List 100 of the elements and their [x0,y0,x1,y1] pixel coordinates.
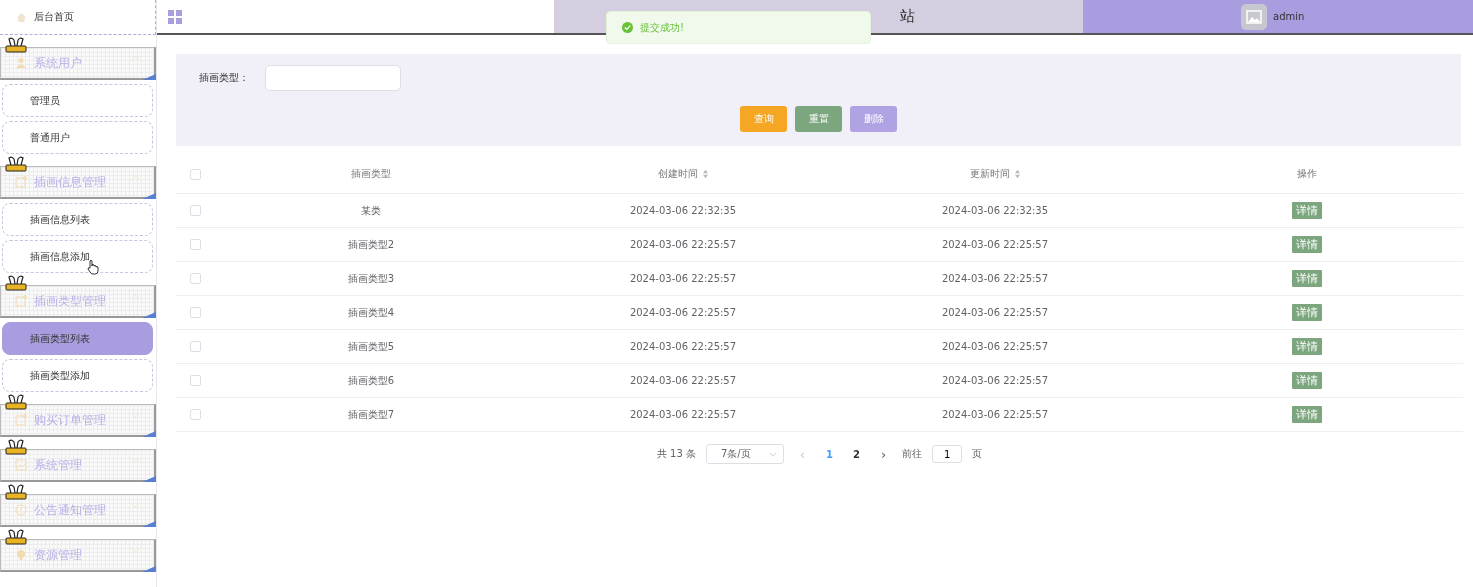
table-cell: 插画类型2 [347,237,395,252]
action-button[interactable]: 重置 [795,106,842,132]
detail-button[interactable]: 详情 [1292,202,1322,219]
column-header: 创建时间 [657,167,698,181]
type-input-field[interactable] [265,65,401,91]
detail-button[interactable]: 详情 [1292,372,1322,389]
page-number[interactable]: 1 [820,448,838,460]
site-title: 站 [900,7,915,26]
chevron-icon [131,175,140,180]
binder-clip-icon [5,275,27,291]
chevron-icon [131,56,140,61]
prev-page-button[interactable]: ‹ [793,446,811,462]
table-cell: 2024-03-06 22:25:57 [941,239,1049,250]
sort-icon[interactable] [701,169,709,179]
chevron-icon [131,548,140,553]
row-checkbox[interactable] [190,273,201,284]
row-checkbox[interactable] [190,239,201,250]
table-cell: 2024-03-06 22:25:57 [941,307,1049,318]
page-corner-icon [142,74,156,80]
table-cell: 2024-03-06 22:25:57 [629,239,737,250]
table-cell: 2024-03-06 22:25:57 [941,273,1049,284]
binder-clip-icon [5,37,27,53]
page-size-select[interactable]: 7条/页 [706,444,784,464]
sort-icon[interactable] [1013,169,1021,179]
row-checkbox[interactable] [190,307,201,318]
binder-clip-icon [5,529,27,545]
total-count: 共 13 条 [656,447,696,461]
hand-cursor-icon [87,259,99,275]
row-checkbox[interactable] [190,409,201,420]
binder-clip-icon [5,394,27,410]
table-cell: 2024-03-06 22:25:57 [629,341,737,352]
submenu-item[interactable]: 管理员 [2,84,153,117]
binder-clip-icon [5,439,27,455]
grid-menu-icon[interactable] [168,9,182,24]
menu-group-header[interactable]: 系统用户 [0,47,156,80]
group-icon [15,459,27,471]
menu-group-header[interactable]: 系统管理 [0,449,156,482]
table-cell: 2024-03-06 22:25:57 [629,409,737,420]
row-checkbox[interactable] [190,341,201,352]
table-cell: 插画类型5 [347,339,395,354]
table-cell: 2024-03-06 22:32:35 [941,205,1049,216]
table-cell: 某类 [361,203,381,218]
home-icon [16,11,27,23]
menu-group-header[interactable]: 购买订单管理 [0,404,156,437]
page-corner-icon [142,431,156,437]
next-page-button[interactable]: › [874,446,893,462]
select-all-checkbox[interactable] [190,168,201,180]
action-button[interactable]: 删除 [850,106,897,132]
table-cell: 2024-03-06 22:25:57 [941,375,1049,386]
submenu-item[interactable]: 插画类型列表 [2,322,153,355]
page-corner-icon [142,476,156,482]
table-cell: 插画类型7 [347,407,395,422]
page-input-field[interactable]: 1 [932,445,963,463]
menu-group-header[interactable]: 插画信息管理 [0,166,156,199]
detail-button[interactable]: 详情 [1292,270,1322,287]
table-cell: 2024-03-06 22:25:57 [629,375,737,386]
menu-group-header[interactable]: 公告通知管理 [0,494,156,527]
row-checkbox[interactable] [190,375,201,386]
group-icon [15,57,27,69]
column-header: 更新时间 [969,167,1010,181]
chevron-icon [131,458,140,463]
toast-message: 提交成功! [640,20,684,35]
group-icon [15,549,27,561]
field-label: 插画类型： [199,71,249,85]
page-corner-icon [142,312,156,318]
avatar-image-icon[interactable] [1241,3,1267,30]
group-icon [15,295,27,307]
column-header: 操作 [1297,167,1317,181]
home-menu-item[interactable]: 后台首页 [0,0,156,35]
page-number[interactable]: 2 [847,448,865,460]
success-icon [622,22,633,33]
table-cell: 插画类型3 [347,271,395,286]
page-corner-icon [142,193,156,199]
menu-group-header[interactable]: 插画类型管理 [0,285,156,318]
menu-group-header[interactable]: 资源管理 [0,539,156,572]
page-corner-icon [142,566,156,572]
submenu-item[interactable]: 插画信息列表 [2,203,153,236]
table-cell: 2024-03-06 22:25:57 [941,409,1049,420]
row-checkbox[interactable] [190,205,201,216]
detail-button[interactable]: 详情 [1292,338,1322,355]
group-icon [15,414,27,426]
table-cell: 2024-03-06 22:32:35 [629,205,737,216]
submenu-item[interactable]: 普通用户 [2,121,153,154]
group-icon [15,176,27,188]
table-cell: 插画类型6 [347,373,395,388]
table-cell: 插画类型4 [347,305,395,320]
chevron-icon [131,294,140,299]
chevron-icon [131,413,140,418]
goto-label: 前往 [902,447,923,461]
table-cell: 2024-03-06 22:25:57 [629,307,737,318]
action-button[interactable]: 查询 [740,106,787,132]
detail-button[interactable]: 详情 [1292,236,1322,253]
detail-button[interactable]: 详情 [1292,304,1322,321]
detail-button[interactable]: 详情 [1292,406,1322,423]
chevron-icon [131,503,140,508]
page-suffix: 页 [972,447,983,461]
binder-clip-icon [5,156,27,172]
submenu-item[interactable]: 插画类型添加 [2,359,153,392]
user-name[interactable]: admin [1273,11,1305,22]
table-cell: 2024-03-06 22:25:57 [629,273,737,284]
